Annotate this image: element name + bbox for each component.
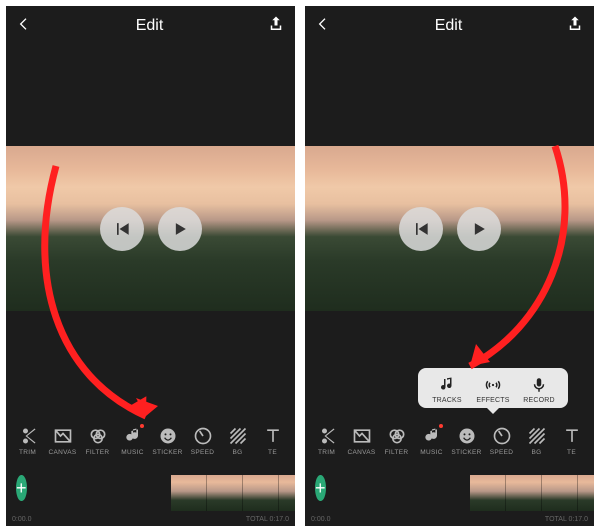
page-title: Edit (136, 17, 164, 35)
screen-left: Edit TRIM CANVAS FILTER (6, 6, 295, 526)
video-frame[interactable] (6, 146, 295, 311)
share-button[interactable] (566, 14, 584, 39)
back-button[interactable] (315, 15, 331, 38)
clip-thumbnail[interactable] (542, 475, 578, 511)
video-preview (305, 46, 594, 411)
clip-thumbnail[interactable] (578, 475, 594, 511)
back-button[interactable] (16, 15, 32, 38)
popup-label: EFFECTS (476, 397, 509, 404)
tool-canvas[interactable]: CANVAS (344, 426, 379, 456)
tool-filter[interactable]: FILTER (379, 426, 414, 456)
tool-label: MUSIC (420, 449, 442, 456)
play-controls (399, 207, 501, 251)
tool-label: CANVAS (347, 449, 375, 456)
play-controls (100, 207, 202, 251)
clip-thumbnail[interactable] (207, 475, 243, 511)
edit-toolbar: TRIM CANVAS FILTER MUSIC STICKER SPEED B… (6, 411, 295, 471)
popup-label: TRACKS (432, 397, 462, 404)
tool-text[interactable]: TE (554, 426, 589, 456)
add-clip-button[interactable]: + (16, 475, 27, 501)
edit-toolbar: TRIM CANVAS FILTER MUSIC STICKER SPEED B… (305, 411, 594, 471)
tool-music[interactable]: MUSIC (115, 426, 150, 456)
tool-label: FILTER (86, 449, 110, 456)
video-frame[interactable] (305, 146, 594, 311)
tool-bg[interactable]: BG (220, 426, 255, 456)
tool-sticker[interactable]: STICKER (449, 426, 484, 456)
page-title: Edit (435, 17, 463, 35)
clip-thumbnail[interactable] (243, 475, 279, 511)
current-time: 0:00.0 (311, 516, 330, 523)
tool-label: TRIM (318, 449, 335, 456)
clip-thumbnail[interactable] (171, 475, 207, 511)
clip-thumbnail[interactable] (470, 475, 506, 511)
tool-trim[interactable]: TRIM (309, 426, 344, 456)
play-button[interactable] (158, 207, 202, 251)
tool-bg[interactable]: BG (519, 426, 554, 456)
time-readout: 0:00.0 TOTAL 0:17.0 (305, 516, 594, 523)
time-readout: 0:00.0 TOTAL 0:17.0 (6, 516, 295, 523)
tool-label: TE (268, 449, 277, 456)
tool-label: TE (567, 449, 576, 456)
prev-button[interactable] (100, 207, 144, 251)
tool-canvas[interactable]: CANVAS (45, 426, 80, 456)
share-button[interactable] (267, 14, 285, 39)
notification-dot (439, 424, 443, 428)
tool-label: TRIM (19, 449, 36, 456)
tool-speed[interactable]: SPEED (484, 426, 519, 456)
current-time: 0:00.0 (12, 516, 31, 523)
video-preview (6, 46, 295, 411)
tool-music[interactable]: MUSIC (414, 426, 449, 456)
tool-filter[interactable]: FILTER (80, 426, 115, 456)
total-time: TOTAL 0:17.0 (246, 516, 289, 523)
clip-thumbnail[interactable] (506, 475, 542, 511)
add-clip-button[interactable]: + (315, 475, 326, 501)
header: Edit (305, 6, 594, 46)
clip-thumbnail[interactable] (279, 475, 295, 511)
play-button[interactable] (457, 207, 501, 251)
tool-label: FILTER (385, 449, 409, 456)
timeline[interactable]: + 0:00.0 TOTAL 0:17.0 (6, 471, 295, 526)
popup-record[interactable]: RECORD (516, 376, 562, 404)
tool-label: SPEED (191, 449, 215, 456)
tool-label: CANVAS (48, 449, 76, 456)
tool-label: STICKER (451, 449, 481, 456)
music-popup: TRACKS EFFECTS RECORD (418, 368, 568, 408)
total-time: TOTAL 0:17.0 (545, 516, 588, 523)
clips-strip[interactable] (171, 475, 295, 511)
tool-label: BG (233, 449, 243, 456)
prev-button[interactable] (399, 207, 443, 251)
tool-sticker[interactable]: STICKER (150, 426, 185, 456)
timeline[interactable]: + 0:00.0 TOTAL 0:17.0 (305, 471, 594, 526)
header: Edit (6, 6, 295, 46)
popup-effects[interactable]: EFFECTS (470, 376, 516, 404)
screen-right: Edit TRACKS EFFECTS REC (305, 6, 594, 526)
popup-label: RECORD (523, 397, 555, 404)
tool-label: MUSIC (121, 449, 143, 456)
tool-label: STICKER (152, 449, 182, 456)
tool-label: SPEED (490, 449, 514, 456)
notification-dot (140, 424, 144, 428)
tool-text[interactable]: TE (255, 426, 290, 456)
tool-label: BG (532, 449, 542, 456)
clips-strip[interactable] (470, 475, 594, 511)
popup-tracks[interactable]: TRACKS (424, 376, 470, 404)
tool-speed[interactable]: SPEED (185, 426, 220, 456)
tool-trim[interactable]: TRIM (10, 426, 45, 456)
